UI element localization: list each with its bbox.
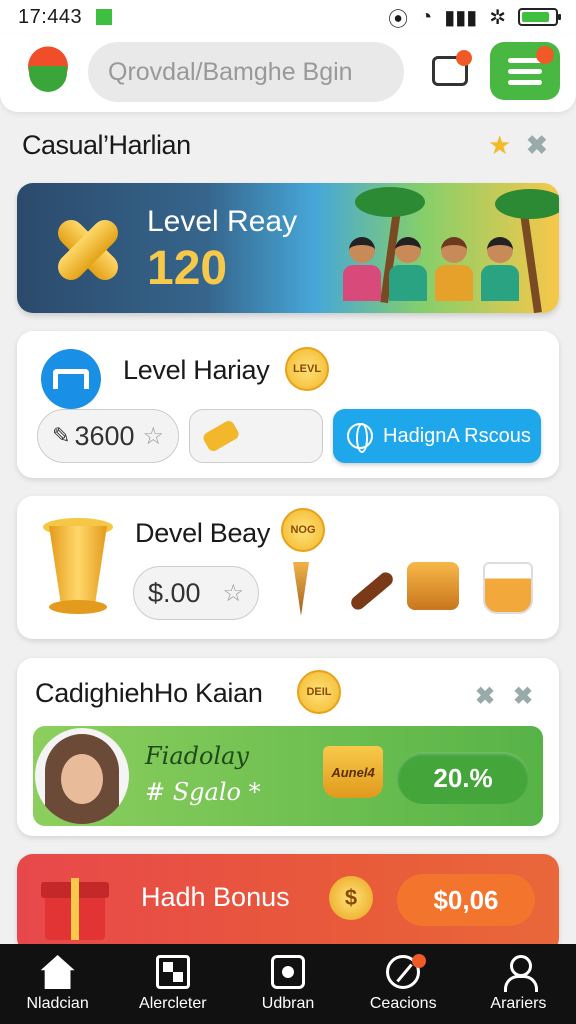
nav-label: Nladcian — [26, 995, 89, 1012]
bonus-card[interactable]: Hadh Bonus $ $0,06 — [17, 854, 559, 954]
resources-button[interactable]: HadignA Rscous — [333, 409, 541, 463]
banner-value: 120 — [147, 242, 228, 295]
home-icon — [40, 955, 75, 989]
pen-icon: ✎ — [52, 423, 71, 448]
coin-bucket-icon: Aunel4 — [323, 746, 383, 798]
menu-button[interactable] — [490, 42, 560, 100]
status-time: 17:443 — [18, 5, 83, 28]
price-value: $.00 — [148, 577, 201, 608]
close-icon[interactable]: ✖ — [526, 130, 548, 161]
nav-item-home[interactable]: Nladcian — [0, 944, 115, 1024]
dismiss-icon[interactable]: ✖ — [475, 682, 495, 711]
nav-notification-dot — [411, 954, 426, 968]
nav-label: Alercleter — [139, 995, 207, 1012]
chat-button[interactable] — [430, 50, 472, 90]
gift-box-icon — [41, 868, 113, 940]
app-logo[interactable] — [20, 44, 76, 100]
script-text: Fiadolay — [145, 742, 249, 770]
card-title: Level Hariay — [123, 355, 270, 385]
wifi-icon: ◔ — [420, 5, 433, 28]
location-icon: ⦿ — [388, 8, 409, 31]
palm-tree-icon-2 — [520, 212, 542, 313]
search-input[interactable] — [88, 42, 404, 102]
nav-label: Arariers — [490, 995, 547, 1012]
favorite-star-icon[interactable]: ★ — [488, 130, 511, 161]
close-icon[interactable]: ✖ — [513, 682, 533, 711]
nav-label: Ceacions — [369, 995, 437, 1012]
card-title: Devel Beay — [135, 518, 271, 548]
ticket-icon — [201, 418, 241, 454]
globe-icon — [347, 423, 373, 453]
card-title: CadighiehHo Kaian — [35, 678, 263, 708]
nav-label: Udbran — [261, 995, 315, 1012]
bottom-nav: Nladcian Alercleter Udbran Ceacions Arar… — [0, 944, 576, 1024]
promo-badge: DEIL — [297, 670, 341, 714]
avatar — [35, 728, 129, 824]
bonus-title: Hadh Bonus — [141, 882, 290, 912]
bluetooth-icon: ✲ — [489, 6, 506, 29]
nav-item-settings[interactable]: Udbran — [230, 944, 345, 1024]
star-icon: ☆ — [142, 422, 164, 450]
status-bar: 17:443 ⦿ ◔ ▮▮▮ ✲ — [0, 0, 576, 34]
promo-card[interactable]: CadighiehHo Kaian DEIL ✖ ✖ Fiadolay # Sg… — [17, 658, 559, 836]
resources-button-label: HadignA Rscous — [383, 424, 531, 447]
grid-icon — [155, 955, 190, 989]
promo-strip[interactable]: Fiadolay # Sgalo * Aunel4 20.% — [33, 726, 543, 826]
palm-leaves-icon-2 — [495, 189, 559, 219]
bonus-amount-button[interactable]: $0,06 — [397, 874, 535, 926]
nav-item-profile[interactable]: Arariers — [461, 944, 576, 1024]
amount-pill[interactable]: ✎ 3600 ☆ — [37, 409, 179, 463]
people-illustration — [343, 237, 519, 301]
palm-leaves-icon — [355, 187, 425, 217]
building-icon — [41, 349, 101, 409]
notification-square-icon — [96, 9, 113, 25]
level-banner[interactable]: Level Reay 120 — [17, 183, 559, 313]
chat-notification-dot — [456, 50, 472, 66]
percent-button[interactable]: 20.% — [397, 752, 529, 804]
amount-value: 3600 — [74, 420, 135, 451]
person-icon — [501, 955, 539, 992]
reward-badge: NOG — [281, 508, 325, 552]
cookie-tin-icon[interactable] — [407, 562, 459, 610]
section-title: Casual’Harlian — [22, 130, 191, 160]
status-icons: ⦿ ◔ ▮▮▮ ✲ — [388, 3, 561, 32]
battery-icon — [518, 8, 561, 26]
signal-icon: ▮▮▮ — [444, 6, 478, 29]
cigar-icon[interactable] — [348, 569, 396, 613]
coin-cross-icon — [45, 209, 127, 291]
banner-title: Level Reay — [147, 205, 298, 238]
menu-notification-dot — [536, 46, 554, 64]
price-pill[interactable]: $.00 ☆ — [133, 566, 259, 620]
ticket-field[interactable] — [189, 409, 323, 463]
level-card[interactable]: Level Hariay LEVL ✎ 3600 ☆ HadignA Rscou… — [17, 331, 559, 478]
gold-cup-icon — [43, 518, 113, 614]
level-badge: LEVL — [285, 347, 329, 391]
gear-icon — [271, 955, 305, 989]
nav-item-explore[interactable]: Ceacions — [346, 944, 461, 1024]
script-subtext: # Sgalo * — [145, 778, 261, 806]
app-header — [0, 34, 576, 112]
drink-icon[interactable] — [483, 562, 533, 614]
reward-card[interactable]: Devel Beay NOG $.00 ☆ — [17, 496, 559, 639]
coin-icon: $ — [329, 876, 373, 920]
nav-item-grid[interactable]: Alercleter — [115, 944, 230, 1024]
star-icon: ☆ — [222, 579, 244, 607]
cone-icon[interactable] — [293, 562, 309, 616]
